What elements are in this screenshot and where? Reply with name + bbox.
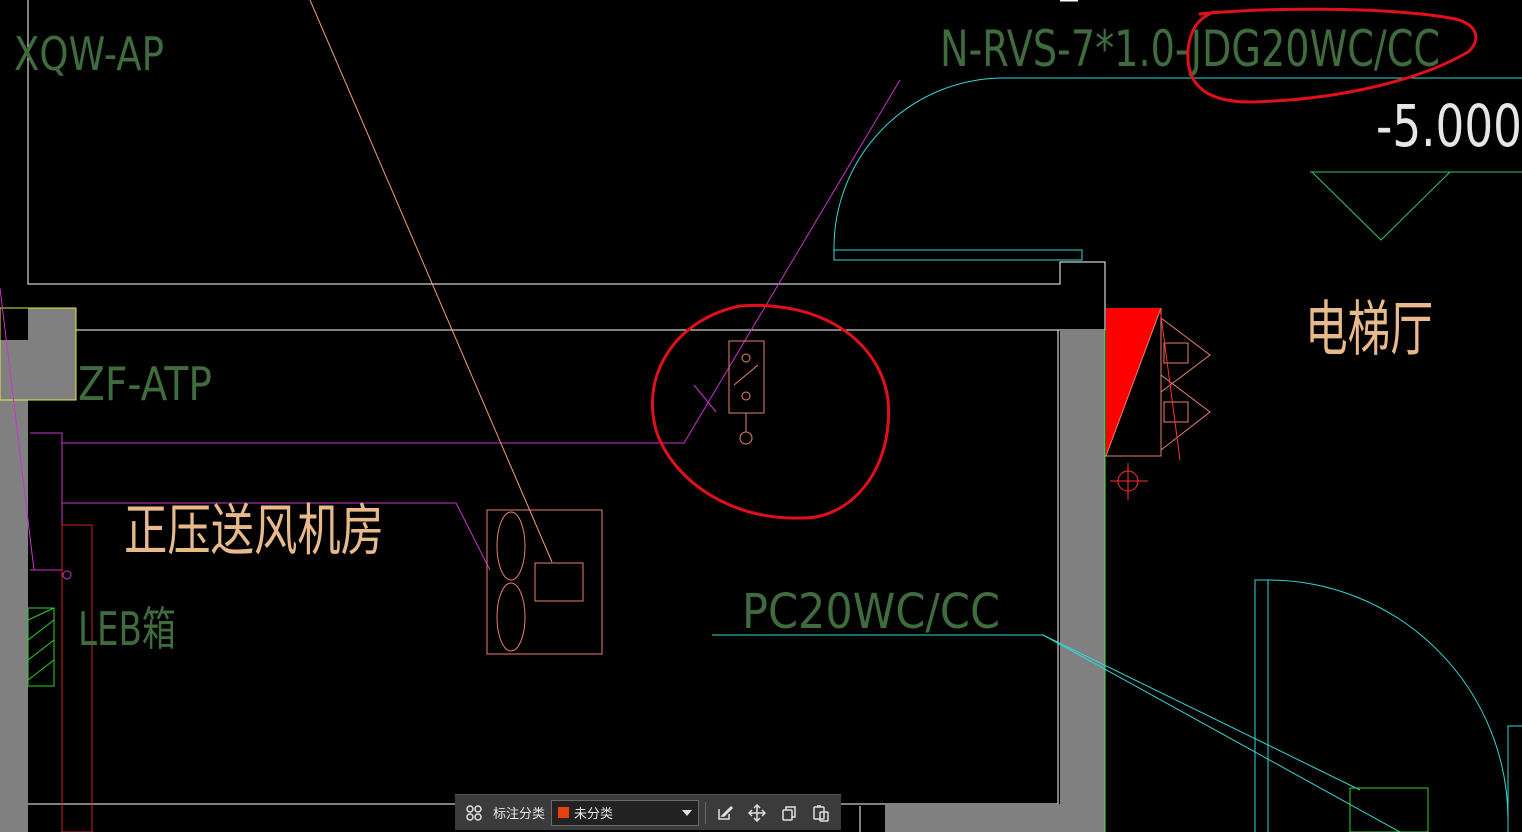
- fan-unit-symbol: [486, 509, 603, 655]
- label-xqw-ap: XQW-AP: [14, 27, 164, 81]
- category-label: 标注分类: [493, 806, 546, 821]
- label-fan-room: 正压送风机房: [124, 499, 384, 564]
- label-elevation: -5.000: [1376, 92, 1522, 160]
- label-conduit: PC20WC/CC: [742, 584, 1000, 640]
- edit-icon[interactable]: [712, 800, 738, 826]
- annotation-toolbar: 标注分类 未分类: [455, 794, 841, 830]
- grid-icon[interactable]: [461, 800, 487, 826]
- category-select[interactable]: 未分类: [551, 799, 700, 826]
- copy-icon[interactable]: [776, 800, 802, 826]
- misc-bottom-right: [859, 0, 1429, 832]
- switch-symbol: [693, 340, 765, 445]
- category-color-swatch: [558, 807, 570, 818]
- paste-icon[interactable]: [808, 800, 834, 826]
- leb-box-symbol: [27, 524, 93, 832]
- selected-category: 未分类: [574, 806, 614, 821]
- chevron-down-icon: [682, 809, 693, 816]
- elevation-marker: [1310, 171, 1522, 241]
- leader-line: [309, 0, 553, 563]
- move-icon[interactable]: [744, 800, 770, 826]
- label-zf-atp: ZF-ATP: [78, 357, 212, 411]
- label-leb-box: LEB箱: [78, 602, 176, 656]
- cad-drawing-canvas[interactable]: XQW-AP ZF-ATP 正压送风机房 LEB箱 N-RVS-7*1.0-JD…: [0, 0, 1522, 832]
- toolbar-divider: [705, 801, 707, 824]
- label-elevator-hall: 电梯厅: [1305, 295, 1433, 365]
- fire-door-symbol: [1105, 307, 1211, 500]
